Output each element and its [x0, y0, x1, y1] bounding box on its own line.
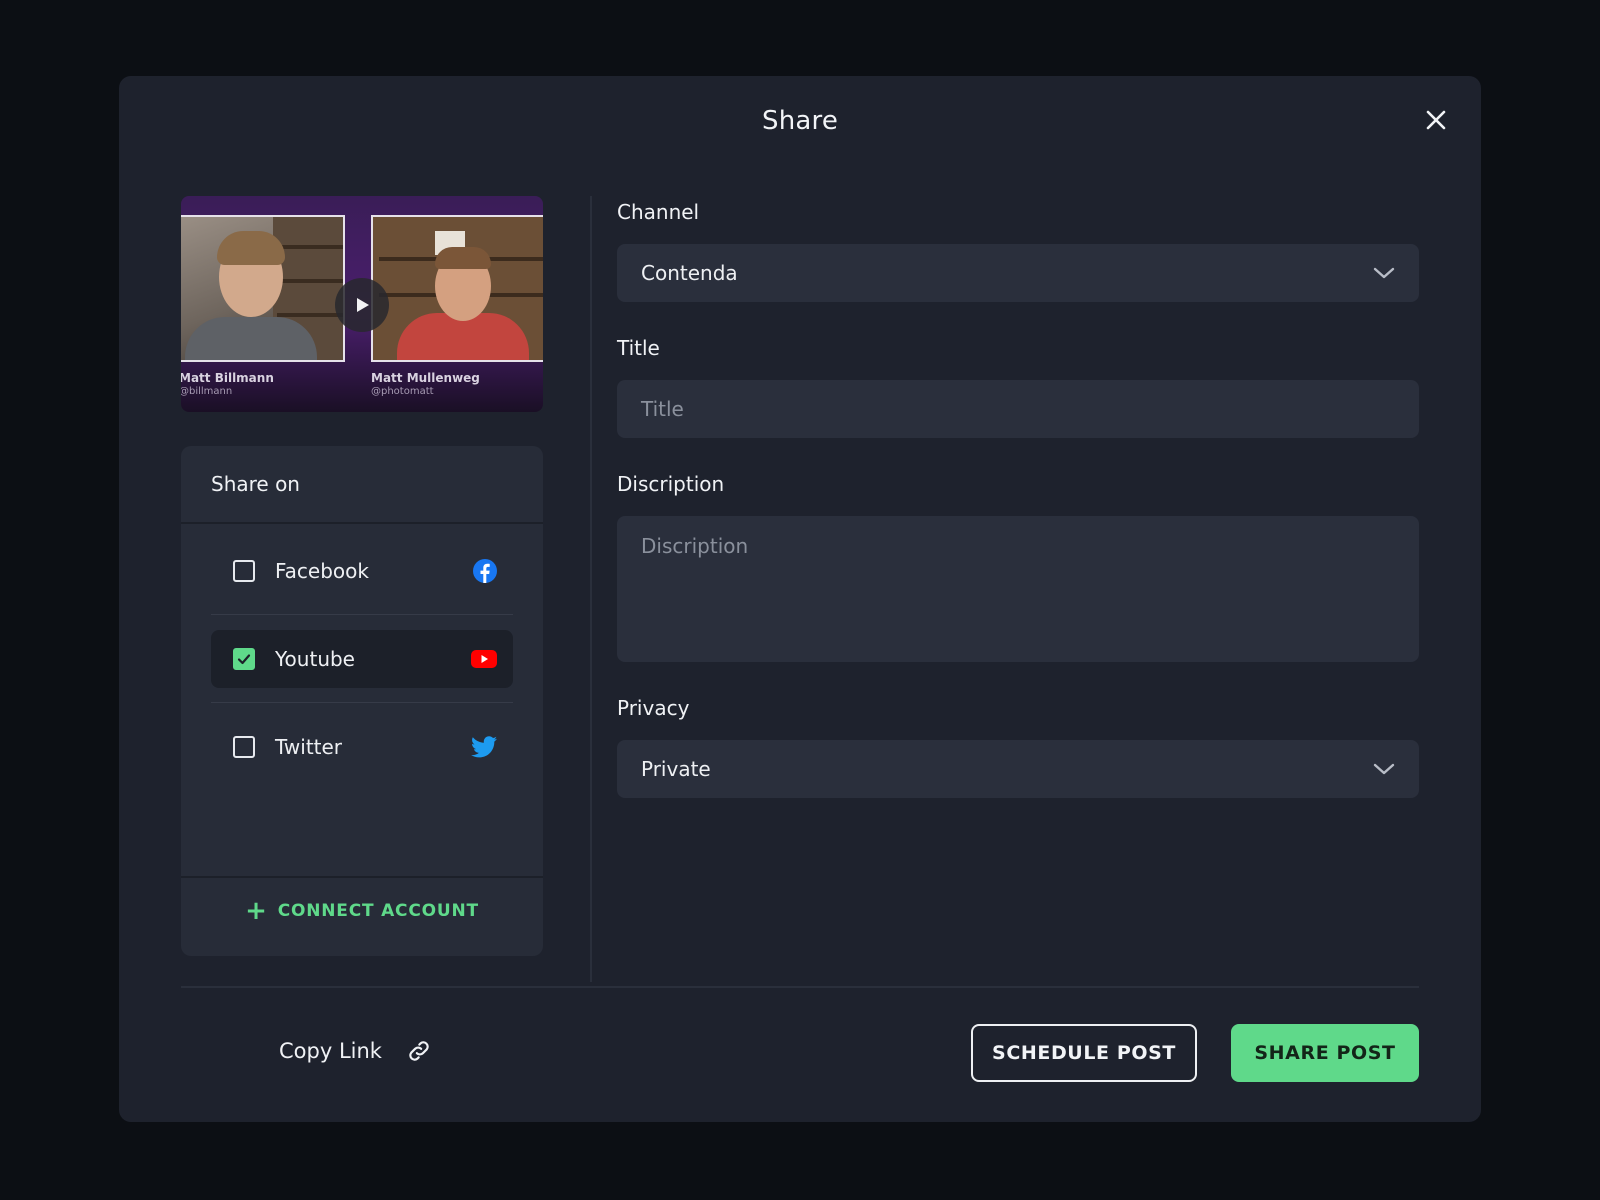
social-row-youtube[interactable]: Youtube — [211, 630, 513, 688]
participant-handle-right: @photomatt — [371, 386, 434, 397]
connect-account-button[interactable]: + CONNECT ACCOUNT — [181, 898, 543, 924]
social-label: Facebook — [275, 559, 369, 583]
footer-divider — [181, 986, 1419, 988]
description-placeholder: Discription — [641, 534, 749, 558]
channel-value: Contenda — [641, 261, 738, 285]
copy-link-button[interactable]: Copy Link — [279, 1038, 432, 1064]
panel-divider — [181, 876, 543, 878]
participant-name-left: Matt Billmann — [181, 371, 274, 385]
link-icon — [406, 1038, 432, 1064]
social-label: Twitter — [275, 735, 343, 759]
description-label: Discription — [617, 472, 725, 496]
channel-select[interactable]: Contenda — [617, 244, 1419, 302]
share-modal: Share Matt Billmann @billmann Matt Mulle — [119, 76, 1481, 1122]
chevron-down-icon — [1373, 267, 1395, 279]
title-placeholder: Title — [641, 397, 684, 421]
title-label: Title — [617, 336, 660, 360]
participant-video-left — [181, 215, 345, 362]
share-on-title: Share on — [211, 472, 300, 496]
connect-account-label: CONNECT ACCOUNT — [277, 901, 479, 921]
youtube-icon — [471, 650, 497, 668]
facebook-icon — [473, 559, 497, 583]
row-divider — [211, 614, 513, 615]
column-divider — [590, 196, 592, 982]
close-button[interactable] — [1421, 105, 1451, 135]
share-on-panel: Share on Facebook Youtube Twitter + CONN… — [181, 446, 543, 956]
social-label: Youtube — [275, 647, 355, 671]
row-divider — [211, 702, 513, 703]
panel-divider — [181, 522, 543, 524]
copy-link-label: Copy Link — [279, 1039, 382, 1063]
video-preview[interactable]: Matt Billmann @billmann Matt Mullenweg @… — [181, 196, 543, 412]
description-textarea[interactable]: Discription — [617, 516, 1419, 662]
share-post-button[interactable]: SHARE POST — [1231, 1024, 1419, 1082]
twitter-checkbox[interactable] — [233, 736, 255, 758]
plus-icon: + — [245, 896, 268, 926]
privacy-value: Private — [641, 757, 711, 781]
facebook-checkbox[interactable] — [233, 560, 255, 582]
privacy-select[interactable]: Private — [617, 740, 1419, 798]
title-input[interactable]: Title — [617, 380, 1419, 438]
twitter-icon — [471, 736, 497, 758]
chevron-down-icon — [1373, 763, 1395, 775]
participant-name-right: Matt Mullenweg — [371, 371, 480, 385]
social-row-twitter[interactable]: Twitter — [211, 718, 513, 776]
close-icon — [1426, 110, 1446, 130]
participant-video-right — [371, 215, 543, 362]
schedule-post-button[interactable]: SCHEDULE POST — [971, 1024, 1197, 1082]
participant-handle-left: @billmann — [181, 386, 233, 397]
youtube-checkbox[interactable] — [233, 648, 255, 670]
channel-label: Channel — [617, 200, 700, 224]
check-icon — [237, 654, 251, 665]
play-button[interactable] — [335, 278, 389, 332]
social-row-facebook[interactable]: Facebook — [211, 542, 513, 600]
modal-title: Share — [761, 106, 839, 136]
play-icon — [357, 298, 369, 312]
privacy-label: Privacy — [617, 696, 690, 720]
